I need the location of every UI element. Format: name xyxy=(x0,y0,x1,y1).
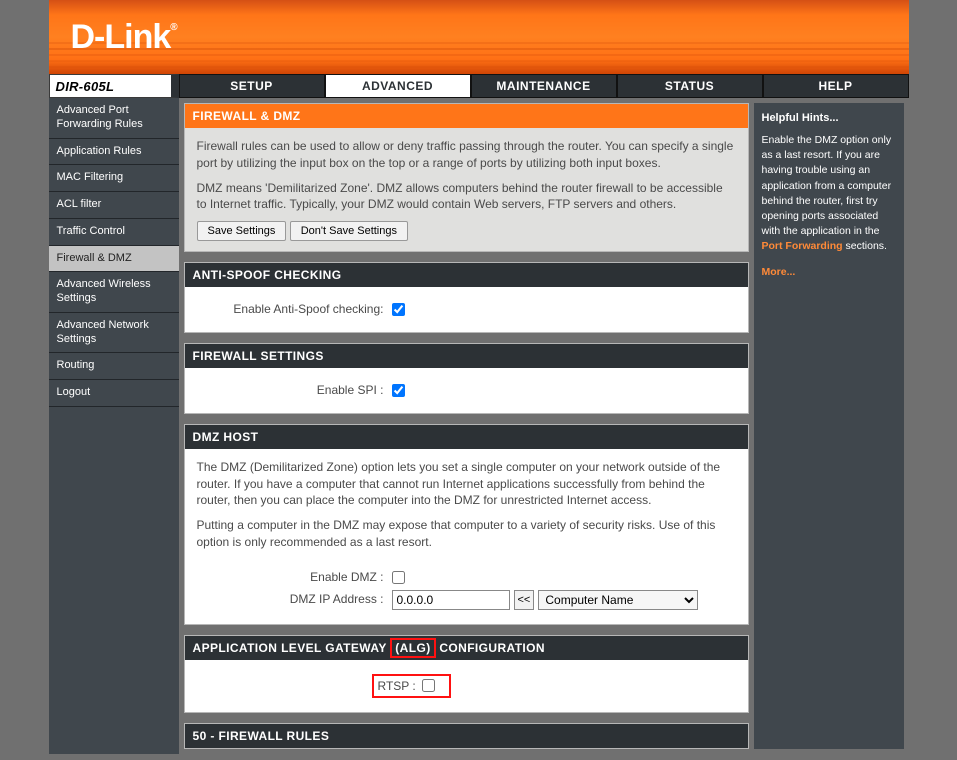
dmz-ip-input[interactable] xyxy=(392,590,510,610)
anti-spoof-checkbox[interactable] xyxy=(392,303,405,316)
model-label: DIR-605L xyxy=(49,74,179,98)
intro-card: FIREWALL & DMZ Firewall rules can be use… xyxy=(184,103,749,252)
helpful-hints-panel: Helpful Hints... Enable the DMZ option o… xyxy=(754,103,904,749)
tab-maintenance[interactable]: MAINTENANCE xyxy=(471,74,617,98)
intro-p1: Firewall rules can be used to allow or d… xyxy=(197,138,736,172)
hints-body: Enable the DMZ option only as a last res… xyxy=(762,133,896,255)
more-link[interactable]: More... xyxy=(762,266,796,278)
spi-checkbox[interactable] xyxy=(392,384,405,397)
intro-title: FIREWALL & DMZ xyxy=(185,104,748,128)
sidebar-item-traffic-control[interactable]: Traffic Control xyxy=(49,219,179,246)
copy-from-client-button[interactable]: << xyxy=(514,590,535,610)
save-settings-button[interactable]: Save Settings xyxy=(197,221,287,241)
dmz-card: DMZ HOST The DMZ (Demilitarized Zone) op… xyxy=(184,424,749,625)
sidebar-item-acl-filter[interactable]: ACL filter xyxy=(49,192,179,219)
sidebar-item-advanced-network-settings[interactable]: Advanced Network Settings xyxy=(49,313,179,354)
anti-spoof-card: ANTI-SPOOF CHECKING Enable Anti-Spoof ch… xyxy=(184,262,749,333)
sidebar-item-advanced-wireless-settings[interactable]: Advanced Wireless Settings xyxy=(49,272,179,313)
hints-title: Helpful Hints... xyxy=(762,111,896,127)
rtsp-label: RTSP : xyxy=(378,678,416,695)
brand-logo: D-Link® xyxy=(71,18,177,57)
enable-dmz-label: Enable DMZ : xyxy=(197,569,392,586)
header-banner: D-Link® xyxy=(49,0,909,74)
firewall-rules-title: 50 - FIREWALL RULES xyxy=(185,724,748,748)
dmz-ip-label: DMZ IP Address : xyxy=(197,591,392,608)
enable-dmz-checkbox[interactable] xyxy=(392,571,405,584)
sidebar: Advanced Port Forwarding Rules Applicati… xyxy=(49,98,179,754)
computer-name-select[interactable]: Computer Name xyxy=(538,590,698,610)
firewall-settings-title: FIREWALL SETTINGS xyxy=(185,344,748,368)
anti-spoof-label: Enable Anti-Spoof checking: xyxy=(197,301,392,318)
sidebar-item-application-rules[interactable]: Application Rules xyxy=(49,139,179,166)
intro-p2: DMZ means 'Demilitarized Zone'. DMZ allo… xyxy=(197,180,736,214)
tab-advanced[interactable]: ADVANCED xyxy=(325,74,471,98)
port-forwarding-link[interactable]: Port Forwarding xyxy=(762,240,843,252)
anti-spoof-title: ANTI-SPOOF CHECKING xyxy=(185,263,748,287)
firewall-rules-card: 50 - FIREWALL RULES xyxy=(184,723,749,749)
sidebar-item-mac-filtering[interactable]: MAC Filtering xyxy=(49,165,179,192)
rtsp-checkbox[interactable] xyxy=(422,679,435,692)
tab-status[interactable]: STATUS xyxy=(617,74,763,98)
alg-card: APPLICATION LEVEL GATEWAY (ALG) CONFIGUR… xyxy=(184,635,749,714)
firewall-settings-card: FIREWALL SETTINGS Enable SPI : xyxy=(184,343,749,414)
dmz-p1: The DMZ (Demilitarized Zone) option lets… xyxy=(197,459,736,509)
tab-help[interactable]: HELP xyxy=(763,74,909,98)
spi-label: Enable SPI : xyxy=(197,382,392,399)
tab-setup[interactable]: SETUP xyxy=(179,74,325,98)
dont-save-settings-button[interactable]: Don't Save Settings xyxy=(290,221,408,241)
sidebar-item-firewall-dmz[interactable]: Firewall & DMZ xyxy=(49,246,179,273)
dmz-title: DMZ HOST xyxy=(185,425,748,449)
sidebar-item-logout[interactable]: Logout xyxy=(49,380,179,407)
sidebar-item-advanced-port-forwarding-rules[interactable]: Advanced Port Forwarding Rules xyxy=(49,98,179,139)
top-tabs: DIR-605L SETUP ADVANCED MAINTENANCE STAT… xyxy=(49,74,909,98)
alg-title: APPLICATION LEVEL GATEWAY (ALG) CONFIGUR… xyxy=(185,636,748,660)
dmz-p2: Putting a computer in the DMZ may expose… xyxy=(197,517,736,551)
alg-highlight: (ALG) xyxy=(390,638,435,658)
rtsp-highlight-box: RTSP : xyxy=(372,674,451,699)
sidebar-item-routing[interactable]: Routing xyxy=(49,353,179,380)
